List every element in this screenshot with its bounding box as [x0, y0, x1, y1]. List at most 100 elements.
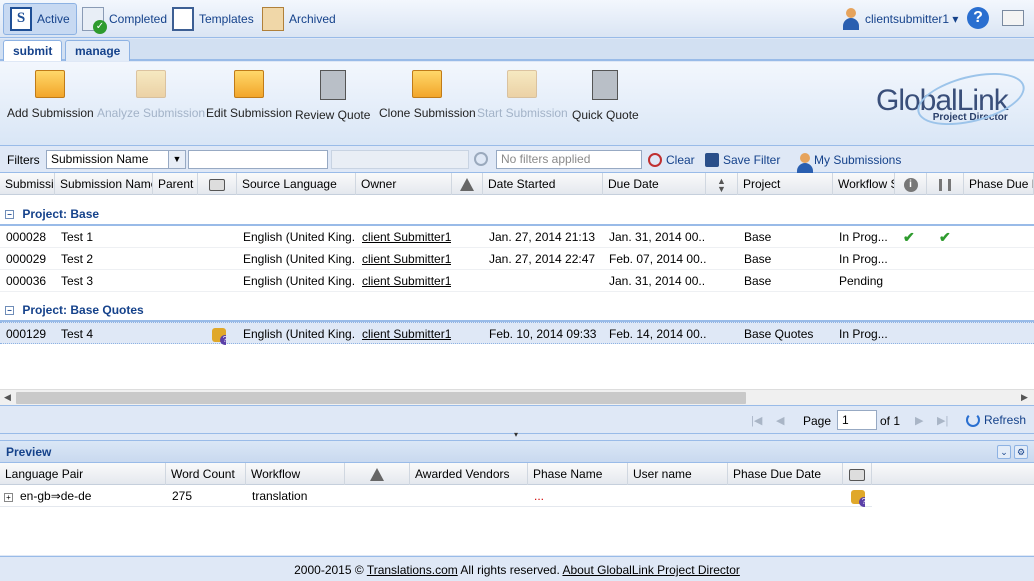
user-icon: [842, 8, 860, 30]
panel-splitter[interactable]: ▾: [498, 431, 534, 439]
copyright-text: 2000-2015 ©: [294, 563, 364, 577]
last-page-icon[interactable]: ▶|: [937, 414, 948, 427]
add-submission-label: Add Submission: [7, 106, 94, 120]
table-row[interactable]: 000029 Test 2 English (United King... cl…: [0, 248, 1034, 270]
translations-link[interactable]: Translations.com: [367, 563, 458, 577]
nav-templates[interactable]: Templates: [166, 3, 260, 35]
page-number-input[interactable]: 1: [837, 410, 877, 430]
col-warning[interactable]: [345, 463, 410, 485]
scroll-thumb[interactable]: [16, 392, 746, 404]
col-due-date[interactable]: Due Date: [603, 173, 706, 195]
col-attachment[interactable]: [198, 173, 237, 195]
cell-id: 000028: [6, 230, 47, 244]
owner-link[interactable]: client Submitter1: [356, 248, 451, 270]
collapse-icon[interactable]: −: [5, 210, 14, 219]
col-awarded-vendors[interactable]: Awarded Vendors: [410, 463, 528, 485]
expand-icon[interactable]: +: [4, 493, 13, 502]
col-phase-status[interactable]: [927, 173, 964, 195]
chevron-down-icon[interactable]: ▼: [168, 151, 185, 168]
col-phase-name[interactable]: Phase Name: [528, 463, 628, 485]
owner-link[interactable]: client Submitter1: [356, 323, 451, 345]
group-header-base[interactable]: − Project: Base: [0, 202, 1034, 226]
col-owner[interactable]: Owner: [356, 173, 452, 195]
preview-panel: Preview ⌄ ⚙ Language Pair Word Count Wor…: [0, 440, 1034, 555]
cell-workflow: In Prog...: [839, 252, 888, 266]
col-parent[interactable]: Parent: [153, 173, 198, 195]
col-date-started[interactable]: Date Started: [483, 173, 603, 195]
completed-icon: [82, 7, 107, 34]
save-filter-button[interactable]: Save Filter: [705, 153, 780, 167]
refresh-button[interactable]: Refresh: [966, 413, 1026, 427]
top-navigation: S Active Completed Templates Archived cl…: [0, 0, 1034, 38]
quick-quote-button[interactable]: Quick Quote: [572, 70, 639, 122]
owner-link[interactable]: client Submitter1: [356, 270, 451, 292]
scroll-left-icon[interactable]: ◀: [4, 392, 11, 403]
clone-submission-button[interactable]: Clone Submission: [379, 70, 476, 120]
nav-active[interactable]: S Active: [3, 3, 77, 35]
col-project[interactable]: Project: [738, 173, 833, 195]
horizontal-scrollbar[interactable]: ◀ ▶: [0, 389, 1034, 405]
col-warning[interactable]: [452, 173, 483, 195]
table-row[interactable]: 000028 Test 1 English (United King... cl…: [0, 226, 1034, 248]
col-phase-due-date[interactable]: Phase Due Date: [728, 463, 843, 485]
archive-box-icon: [262, 7, 284, 31]
collapse-panel-icon[interactable]: ⌄: [997, 445, 1011, 459]
cell-project: Base: [744, 252, 772, 266]
previous-page-icon[interactable]: ◀: [776, 414, 784, 427]
next-page-icon[interactable]: ▶: [915, 414, 923, 427]
table-row[interactable]: 000036 Test 3 English (United King... cl…: [0, 270, 1034, 292]
rights-text: All rights reserved.: [460, 563, 560, 577]
clear-filter-button[interactable]: Clear: [648, 153, 695, 167]
col-language-pair[interactable]: Language Pair: [0, 463, 166, 485]
cell-language: English (United King...: [243, 252, 356, 266]
col-user-name[interactable]: User name: [628, 463, 728, 485]
first-page-icon[interactable]: |◀: [751, 414, 762, 427]
user-menu[interactable]: clientsubmitter1 ▾: [842, 8, 958, 30]
group-header-base-quotes[interactable]: − Project: Base Quotes: [0, 298, 1034, 322]
edit-submission-button[interactable]: Edit Submission: [206, 70, 292, 120]
start-submission-icon: [507, 70, 538, 98]
col-workflow[interactable]: Workflow: [246, 463, 345, 485]
col-workflow-status[interactable]: Workflow S: [833, 173, 895, 195]
col-submission-name[interactable]: Submission Name: [55, 173, 153, 195]
warning-icon: [460, 178, 474, 192]
col-info[interactable]: i: [895, 173, 927, 195]
nav-active-label: Active: [37, 12, 70, 26]
owner-link[interactable]: client Submitter1: [356, 226, 451, 248]
nav-completed[interactable]: Completed: [76, 3, 173, 35]
collapse-icon[interactable]: −: [5, 306, 14, 315]
preview-title: Preview: [0, 441, 1034, 463]
calculator-icon: [592, 70, 619, 100]
quote-pending-cell: [206, 323, 226, 345]
add-submission-button[interactable]: Add Submission: [7, 70, 94, 120]
col-word-count[interactable]: Word Count: [166, 463, 246, 485]
col-source-language[interactable]: Source Language: [237, 173, 356, 195]
analyze-submission-icon: [136, 70, 167, 98]
start-submission-button[interactable]: Start Submission: [477, 70, 568, 120]
search-icon[interactable]: [474, 152, 488, 166]
gear-icon[interactable]: ⚙: [1014, 445, 1028, 459]
cell-name: Test 2: [61, 252, 94, 266]
my-submissions-button[interactable]: My Submissions: [796, 153, 901, 175]
tab-submit[interactable]: submit: [3, 40, 63, 61]
col-priority[interactable]: ▲ ▼: [706, 173, 738, 195]
checkmark-icon: ✔: [939, 229, 951, 245]
review-quote-button[interactable]: Review Quote: [295, 70, 370, 122]
refresh-icon: [966, 413, 980, 427]
preview-row[interactable]: + en-gb⇒de-de 275 translation ...: [0, 485, 872, 507]
filter-field-select[interactable]: Submission Name ▼: [46, 150, 186, 169]
mail-icon[interactable]: [1002, 10, 1024, 26]
analyze-submission-button[interactable]: Analyze Submission: [97, 70, 205, 120]
scroll-right-icon[interactable]: ▶: [1021, 392, 1028, 403]
col-phase-due-date[interactable]: Phase Due Da: [964, 173, 1034, 195]
filter-value-input[interactable]: [188, 150, 328, 169]
table-row[interactable]: 000129 Test 4 English (United King... cl…: [0, 322, 1034, 345]
col-attachment[interactable]: [843, 463, 872, 485]
col-submission-id[interactable]: Submission: [0, 173, 55, 195]
about-link[interactable]: About GlobalLink Project Director: [562, 563, 739, 577]
tab-manage[interactable]: manage: [65, 40, 131, 61]
refresh-label: Refresh: [984, 413, 1027, 427]
nav-archived[interactable]: Archived: [256, 3, 342, 35]
filter-status-field: No filters applied: [496, 150, 642, 169]
help-icon[interactable]: ?: [967, 7, 989, 29]
